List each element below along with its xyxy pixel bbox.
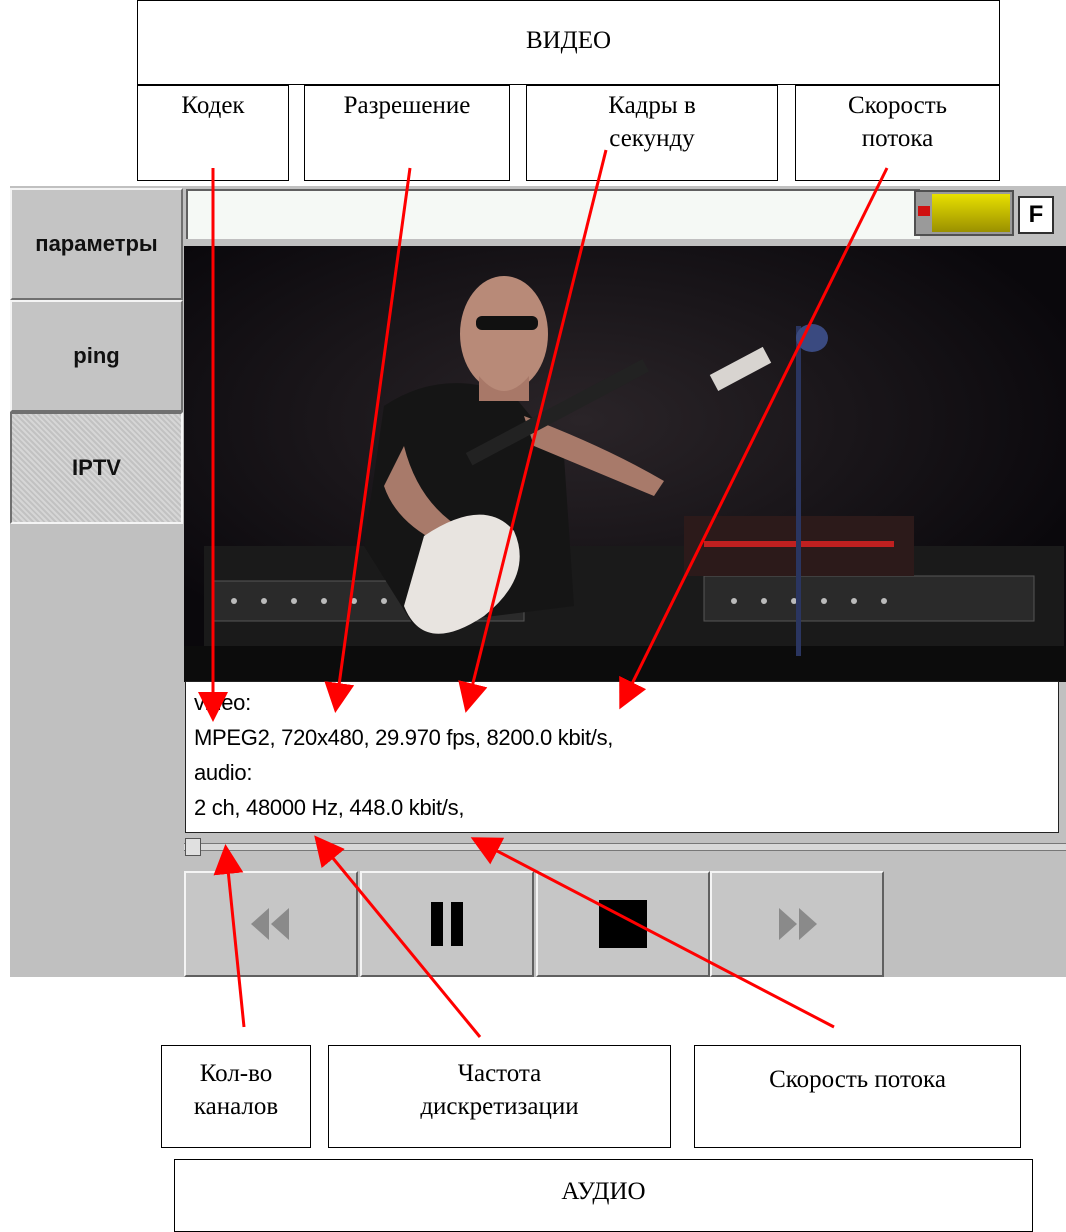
video-bitrate-annotation: Скорость потока bbox=[795, 85, 1000, 181]
rewind-icon bbox=[251, 908, 289, 940]
stream-address-field[interactable] bbox=[186, 189, 920, 239]
video-info-label: video: bbox=[194, 690, 251, 715]
video-frame-image bbox=[184, 246, 1066, 682]
fast-forward-button[interactable] bbox=[710, 871, 884, 977]
codec-annotation: Кодек bbox=[137, 85, 289, 181]
stop-button[interactable] bbox=[536, 871, 710, 977]
fast-forward-icon bbox=[779, 908, 817, 940]
iptv-device-screen: параметры ping IPTV F video: MPEG2, 720x… bbox=[10, 186, 1066, 977]
samplerate-label-line1: Частота bbox=[457, 1060, 542, 1087]
audio-info-details: 2 ch, 48000 Hz, 448.0 kbit/s, bbox=[194, 795, 465, 820]
resolution-annotation: Разрешение bbox=[304, 85, 510, 181]
video-info-details: MPEG2, 720x480, 29.970 fps, 8200.0 kbit/… bbox=[194, 725, 614, 750]
channels-annotation: Кол-во каналов bbox=[161, 1045, 311, 1148]
video-bitrate-label-line2: потока bbox=[861, 124, 934, 152]
channels-label-line2: каналов bbox=[193, 1092, 279, 1120]
level-marker bbox=[918, 206, 930, 216]
video-player[interactable] bbox=[184, 246, 1066, 682]
channels-label-line1: Кол-во bbox=[199, 1060, 273, 1087]
audio-annotation-title: АУДИО bbox=[174, 1159, 1033, 1232]
rewind-button[interactable] bbox=[184, 871, 358, 977]
tab-ping[interactable]: ping bbox=[10, 300, 183, 412]
audio-info-label: audio: bbox=[194, 760, 253, 785]
tab-iptv-label: IPTV bbox=[72, 455, 121, 480]
video-title-text: ВИДЕО bbox=[525, 27, 612, 54]
resolution-label: Разрешение bbox=[343, 92, 471, 119]
samplerate-label-line2: дискретизации bbox=[420, 1092, 579, 1120]
stream-info-panel: video: MPEG2, 720x480, 29.970 fps, 8200.… bbox=[185, 681, 1059, 833]
tab-parameters-label: параметры bbox=[35, 231, 158, 256]
fullscreen-button[interactable]: F bbox=[1018, 196, 1054, 234]
stop-icon bbox=[599, 900, 647, 948]
samplerate-annotation: Частота дискретизации bbox=[328, 1045, 671, 1148]
audio-bitrate-annotation: Скорость потока bbox=[694, 1045, 1021, 1148]
tab-iptv[interactable]: IPTV bbox=[10, 412, 183, 524]
codec-label: Кодек bbox=[181, 92, 245, 119]
level-fill bbox=[932, 194, 1010, 232]
tab-ping-label: ping bbox=[73, 343, 120, 368]
video-annotation-title: ВИДЕО bbox=[137, 0, 1000, 85]
tab-parameters[interactable]: параметры bbox=[10, 188, 183, 300]
pause-button[interactable] bbox=[360, 871, 534, 977]
audio-bitrate-label: Скорость потока bbox=[769, 1066, 946, 1093]
playback-progress-handle[interactable] bbox=[185, 838, 201, 856]
fps-label-line1: Кадры в bbox=[608, 92, 696, 119]
fps-label-line2: секунду bbox=[609, 124, 695, 152]
signal-level-indicator bbox=[914, 190, 1014, 236]
pause-icon bbox=[431, 902, 463, 946]
playback-progress-track[interactable] bbox=[184, 843, 1066, 851]
video-bitrate-label-line1: Скорость bbox=[847, 92, 948, 119]
audio-title-text: АУДИО bbox=[561, 1178, 646, 1205]
fps-annotation: Кадры в секунду bbox=[526, 85, 778, 181]
